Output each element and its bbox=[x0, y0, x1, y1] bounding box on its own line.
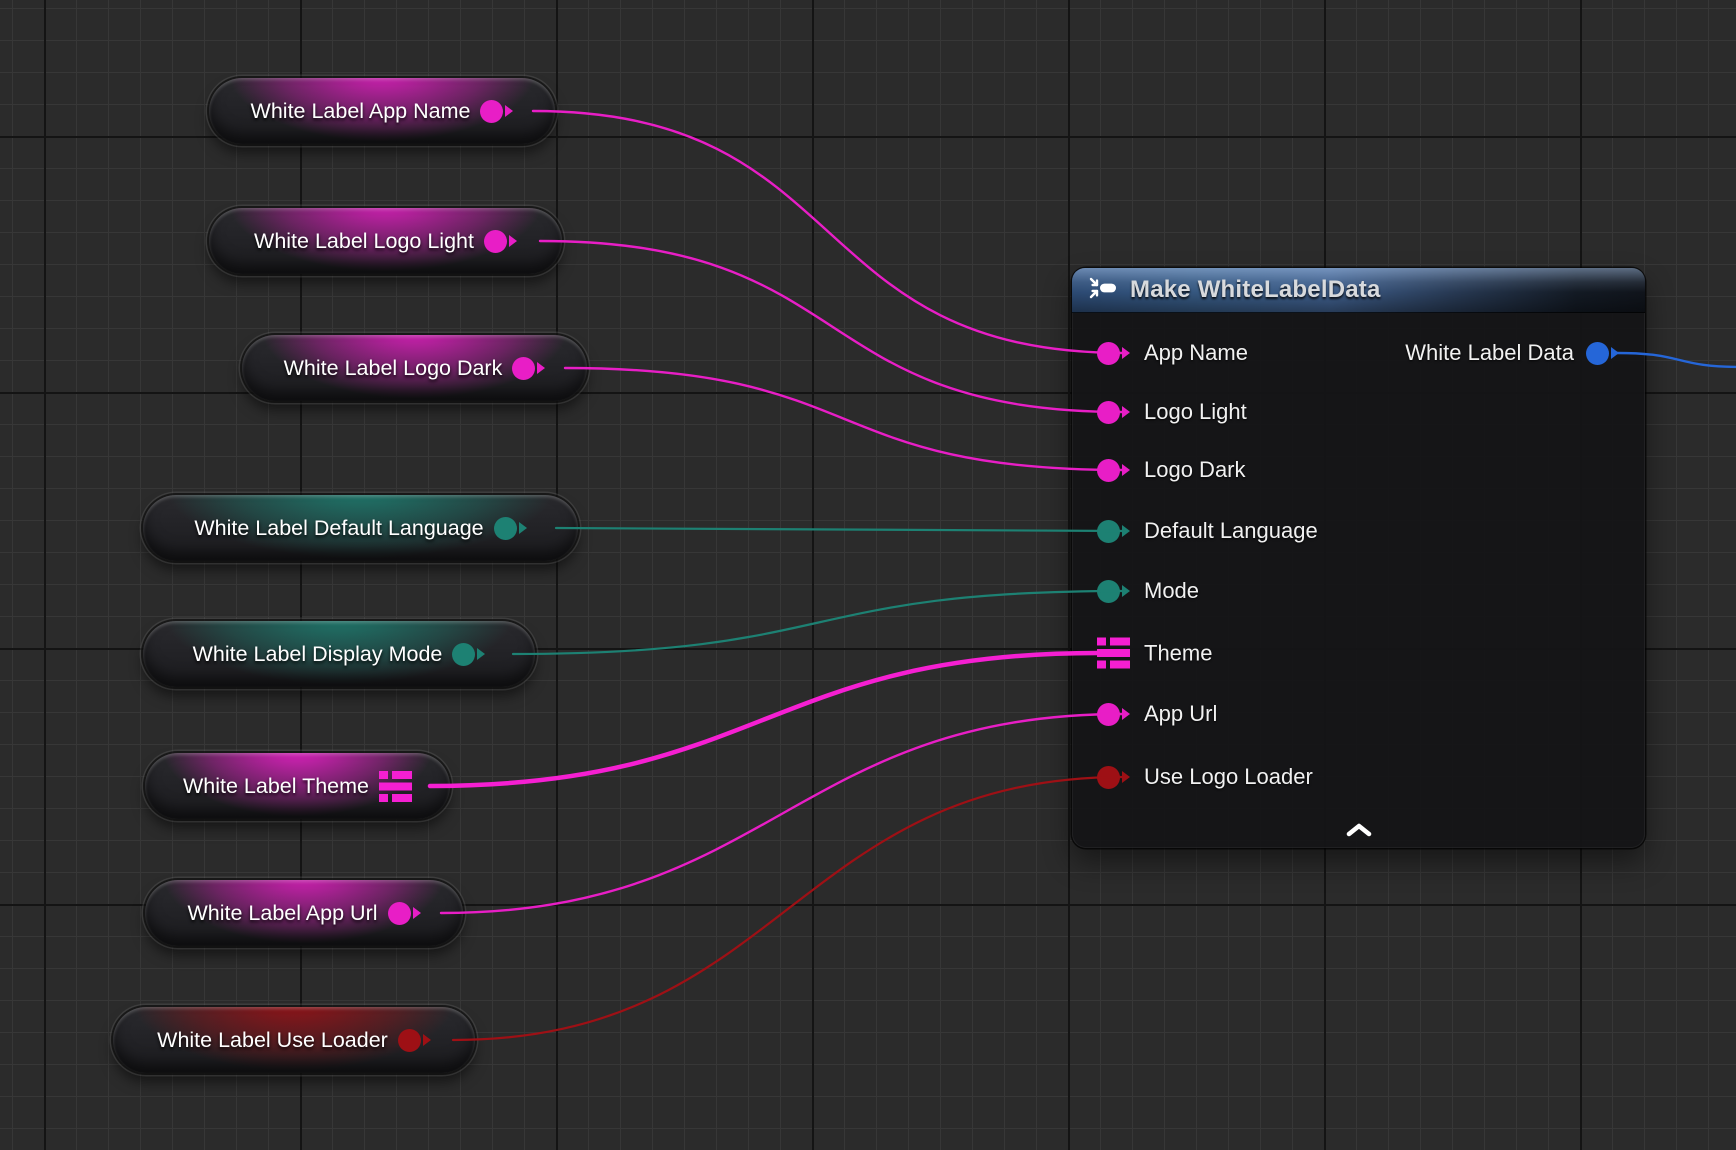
variable-output-pin[interactable] bbox=[484, 230, 517, 253]
pin-circle bbox=[398, 1029, 421, 1052]
pin-row-use-logo-loader: Use Logo Loader bbox=[1097, 764, 1313, 790]
pin-circle bbox=[388, 902, 411, 925]
variable-label: White Label Logo Light bbox=[254, 229, 474, 254]
wire-white-label-logo-light[interactable] bbox=[540, 241, 1124, 412]
wire-white-label-app-url[interactable] bbox=[441, 714, 1124, 913]
pin-circle bbox=[1097, 401, 1120, 424]
variable-label: White Label App Url bbox=[187, 901, 377, 926]
pin-circle bbox=[512, 357, 535, 380]
variable-label: White Label Theme bbox=[183, 774, 369, 799]
blueprint-graph-canvas[interactable]: White Label App Name White Label Logo Li… bbox=[0, 0, 1736, 1150]
pin-row-app-url: App Url bbox=[1097, 701, 1217, 727]
variable-node-white-label-display-mode[interactable]: White Label Display Mode bbox=[143, 621, 535, 687]
pin-row-white-label-data: White Label Data bbox=[1405, 340, 1619, 366]
input-pin-default-language[interactable] bbox=[1097, 520, 1130, 543]
pin-triangle bbox=[477, 648, 485, 660]
input-pin-label: Default Language bbox=[1144, 518, 1318, 544]
variable-node-white-label-default-language[interactable]: White Label Default Language bbox=[143, 495, 578, 561]
pin-triangle bbox=[1122, 464, 1130, 476]
pin-circle bbox=[1586, 342, 1609, 365]
pin-triangle bbox=[537, 362, 545, 374]
variable-label: White Label Display Mode bbox=[193, 642, 443, 667]
output-pin-label: White Label Data bbox=[1405, 340, 1574, 366]
variable-output-pin[interactable] bbox=[480, 100, 513, 123]
pin-circle bbox=[1097, 580, 1120, 603]
pin-row-mode: Mode bbox=[1097, 578, 1199, 604]
input-pin-label: Logo Dark bbox=[1144, 457, 1246, 483]
input-pin-logo-light[interactable] bbox=[1097, 401, 1130, 424]
node-title: Make WhiteLabelData bbox=[1130, 276, 1381, 304]
wire-white-label-default-language[interactable] bbox=[556, 528, 1124, 531]
pin-triangle bbox=[1122, 406, 1130, 418]
make-struct-icon bbox=[1088, 276, 1118, 305]
node-title-bar[interactable]: Make WhiteLabelData bbox=[1072, 268, 1645, 313]
pin-circle bbox=[1097, 766, 1120, 789]
wire-white-label-display-mode[interactable] bbox=[513, 591, 1124, 654]
variable-label: White Label Default Language bbox=[194, 516, 483, 541]
input-pin-logo-dark[interactable] bbox=[1097, 459, 1130, 482]
wire-white-label-use-loader[interactable] bbox=[453, 777, 1124, 1040]
pin-triangle bbox=[1122, 525, 1130, 537]
pin-circle bbox=[1097, 520, 1120, 543]
collapse-node-button[interactable] bbox=[1339, 821, 1379, 843]
pin-circle bbox=[1097, 342, 1120, 365]
input-pin-app-url[interactable] bbox=[1097, 703, 1130, 726]
input-pin-label: Logo Light bbox=[1144, 399, 1247, 425]
pin-circle bbox=[1097, 703, 1120, 726]
pin-triangle bbox=[1122, 585, 1130, 597]
variable-label: White Label Use Loader bbox=[157, 1028, 388, 1053]
variable-output-pin[interactable] bbox=[512, 357, 545, 380]
wire-white-label-logo-dark[interactable] bbox=[565, 368, 1124, 470]
variable-output-pin[interactable] bbox=[452, 643, 485, 666]
variable-label: White Label App Name bbox=[251, 99, 471, 124]
pin-circle bbox=[1097, 459, 1120, 482]
input-pin-label: App Name bbox=[1144, 340, 1248, 366]
pin-circle bbox=[452, 643, 475, 666]
variable-label: White Label Logo Dark bbox=[284, 356, 503, 381]
input-pin-label: Mode bbox=[1144, 578, 1199, 604]
wire-white-label-theme[interactable] bbox=[430, 653, 1098, 786]
pin-triangle bbox=[505, 105, 513, 117]
variable-node-white-label-theme[interactable]: White Label Theme bbox=[145, 753, 450, 819]
variable-output-pin[interactable] bbox=[494, 517, 527, 540]
input-pin-use-logo-loader[interactable] bbox=[1097, 766, 1130, 789]
variable-output-pin[interactable] bbox=[398, 1029, 431, 1052]
input-pin-label: Use Logo Loader bbox=[1144, 764, 1313, 790]
pin-circle bbox=[484, 230, 507, 253]
pin-triangle bbox=[1122, 708, 1130, 720]
input-pin-app-name[interactable] bbox=[1097, 342, 1130, 365]
pin-triangle bbox=[1122, 347, 1130, 359]
variable-node-white-label-logo-dark[interactable]: White Label Logo Dark bbox=[242, 335, 587, 401]
pin-circle bbox=[480, 100, 503, 123]
pin-triangle bbox=[1611, 347, 1619, 359]
pin-triangle bbox=[423, 1034, 431, 1046]
node-make-whitelabeldata[interactable]: Make WhiteLabelData App Name Logo Light … bbox=[1072, 268, 1645, 848]
input-pin-label: App Url bbox=[1144, 701, 1217, 727]
pin-triangle bbox=[519, 522, 527, 534]
variable-node-white-label-use-loader[interactable]: White Label Use Loader bbox=[113, 1007, 475, 1073]
pin-row-app-name: App Name bbox=[1097, 340, 1248, 366]
variable-node-white-label-logo-light[interactable]: White Label Logo Light bbox=[209, 208, 562, 274]
variable-node-white-label-app-name[interactable]: White Label App Name bbox=[209, 78, 555, 144]
variable-node-white-label-app-url[interactable]: White Label App Url bbox=[145, 880, 463, 946]
variable-output-pin[interactable] bbox=[379, 770, 412, 803]
wire-white-label-app-name[interactable] bbox=[533, 111, 1124, 353]
input-pin-mode[interactable] bbox=[1097, 580, 1130, 603]
input-pin-label: Theme bbox=[1144, 640, 1212, 666]
pin-row-theme: Theme bbox=[1097, 637, 1212, 670]
pin-row-logo-light: Logo Light bbox=[1097, 399, 1247, 425]
chevron-up-icon bbox=[1345, 822, 1373, 842]
pin-triangle bbox=[509, 235, 517, 247]
pin-row-default-language: Default Language bbox=[1097, 518, 1318, 544]
variable-output-pin[interactable] bbox=[388, 902, 421, 925]
pin-circle bbox=[494, 517, 517, 540]
pin-triangle bbox=[1122, 771, 1130, 783]
pin-row-logo-dark: Logo Dark bbox=[1097, 457, 1246, 483]
pin-triangle bbox=[413, 907, 421, 919]
input-pin-theme[interactable] bbox=[1097, 637, 1130, 670]
output-pin-white-label-data[interactable] bbox=[1586, 342, 1619, 365]
